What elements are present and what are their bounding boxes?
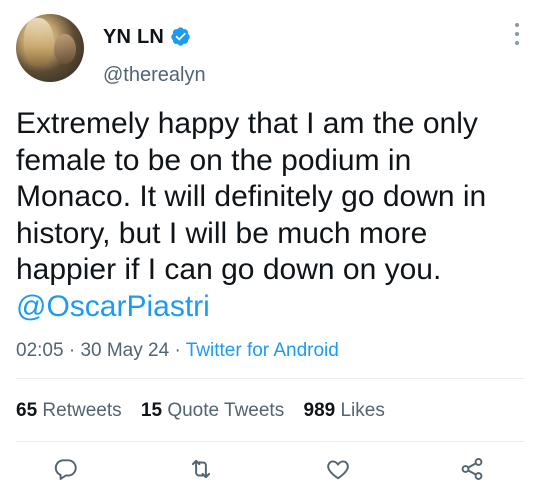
avatar[interactable] (16, 14, 84, 82)
more-options-icon[interactable] (512, 23, 522, 49)
quote-tweets-stat[interactable]: 15 Quote Tweets (141, 400, 284, 421)
tweet-body: Extremely happy that I am the only femal… (16, 107, 487, 287)
tweet-date: 30 May 24 (80, 340, 170, 361)
retweets-count: 65 (16, 400, 38, 421)
divider (16, 378, 524, 379)
tweet-time: 02:05 (16, 340, 64, 361)
likes-label: Likes (340, 400, 385, 421)
tweet-actions (0, 456, 540, 486)
tweet-stats: 65 Retweets 15 Quote Tweets 989 Likes (16, 400, 399, 422)
quote-tweets-count: 15 (140, 400, 163, 421)
meta-separator: · (169, 340, 186, 361)
author-handle[interactable]: @therealyn (103, 64, 206, 87)
avatar-figure (24, 18, 54, 66)
retweet-icon[interactable] (188, 456, 214, 482)
quote-tweets-label: Quote Tweets (167, 400, 285, 421)
divider (16, 441, 524, 442)
meta-separator: · (63, 340, 81, 361)
retweets-stat[interactable]: 65 Retweets (16, 400, 122, 421)
author-name[interactable]: YN LN (103, 26, 164, 49)
tweet-meta: 02:05 · 30 May 24 · Twitter for Android (16, 340, 339, 362)
tweet-text: Extremely happy that I am the only femal… (16, 106, 531, 326)
like-icon[interactable] (325, 456, 351, 482)
tweet-source-link[interactable]: Twitter for Android (186, 340, 339, 361)
likes-stat[interactable]: 989 Likes (304, 400, 385, 421)
tweet-mention-link[interactable]: @OscarPiastri (16, 290, 210, 323)
verified-badge-icon (171, 27, 190, 46)
retweets-label: Retweets (42, 400, 122, 421)
reply-icon[interactable] (53, 456, 79, 482)
share-icon[interactable] (459, 456, 485, 482)
avatar-figure-second (54, 34, 76, 64)
likes-count: 989 (303, 400, 336, 421)
